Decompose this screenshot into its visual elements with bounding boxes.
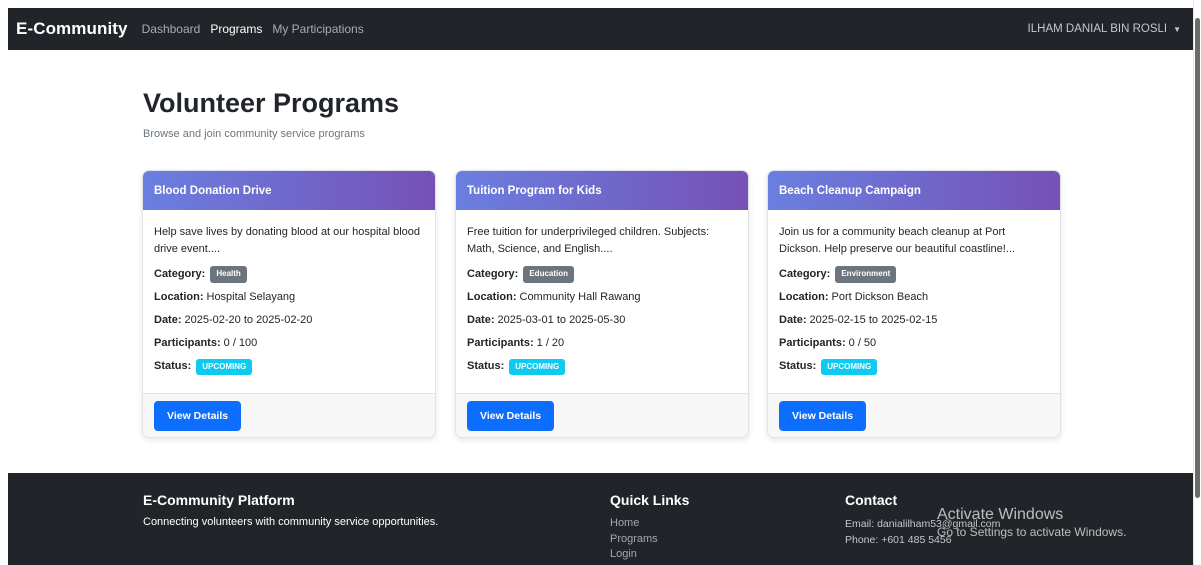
participants-value: 0 / 50: [848, 337, 877, 350]
footer-link-home[interactable]: Home: [610, 516, 689, 532]
program-description: Free tuition for underprivileged childre…: [467, 226, 710, 256]
status-label: Status:: [779, 360, 817, 373]
program-card: Beach Cleanup Campaign Join us for a com…: [767, 170, 1061, 438]
date-value: 2025-02-20 to 2025-02-20: [184, 314, 313, 327]
date-label: Date:: [154, 314, 182, 327]
footer-platform-title: E-Community Platform: [143, 492, 295, 508]
scrollbar-thumb[interactable]: [1195, 18, 1200, 498]
program-date-row: Date: 2025-02-15 to 2025-02-15: [779, 312, 1049, 329]
category-badge: Health: [210, 266, 247, 283]
status-label: Status:: [154, 360, 192, 373]
status-badge: UPCOMING: [509, 358, 566, 375]
user-name: ILHAM DANIAL BIN ROSLI: [1027, 23, 1168, 35]
footer-quick-links: Quick Links Home Programs Login: [610, 492, 689, 563]
date-label: Date:: [779, 314, 807, 327]
program-status-row: Status: UPCOMING: [154, 358, 424, 375]
program-status-row: Status: UPCOMING: [467, 358, 737, 375]
footer-quick-links-title: Quick Links: [610, 492, 690, 508]
program-participants-row: Participants: 0 / 100: [154, 335, 424, 352]
program-card-footer: View Details: [768, 393, 1060, 437]
program-location-row: Location: Community Hall Rawang: [467, 289, 737, 306]
category-label: Category:: [779, 268, 831, 281]
footer-about: E-Community Platform Connecting voluntee…: [143, 492, 438, 528]
program-participants-row: Participants: 1 / 20: [467, 335, 737, 352]
nav-dashboard[interactable]: Dashboard: [142, 22, 201, 36]
program-card-title: Tuition Program for Kids: [456, 171, 748, 210]
window-left-edge: [0, 0, 8, 565]
scrollbar[interactable]: [1193, 0, 1201, 565]
program-category-row: Category: Education: [467, 266, 737, 283]
footer-platform-text: Connecting volunteers with community ser…: [143, 516, 439, 528]
location-value: Port Dickson Beach: [831, 291, 929, 304]
category-label: Category:: [154, 268, 206, 281]
participants-value: 1 / 20: [536, 337, 565, 350]
participants-label: Participants:: [467, 337, 534, 350]
participants-label: Participants:: [779, 337, 846, 350]
user-dropdown[interactable]: ILHAM DANIAL BIN ROSLI ▼: [1028, 23, 1181, 35]
location-value: Hospital Selayang: [206, 291, 296, 304]
program-category-row: Category: Environment: [779, 266, 1049, 283]
location-label: Location:: [154, 291, 204, 304]
page-subtitle: Browse and join community service progra…: [143, 128, 365, 140]
category-label: Category:: [467, 268, 519, 281]
program-description: Join us for a community beach cleanup at…: [779, 226, 1016, 256]
top-navbar: E-Community Dashboard Programs My Partic…: [8, 8, 1193, 50]
status-badge: UPCOMING: [821, 358, 878, 375]
brand-logo[interactable]: E-Community: [16, 19, 128, 39]
activate-windows-watermark: Activate Windows Go to Settings to activ…: [937, 506, 1126, 539]
status-label: Status:: [467, 360, 505, 373]
program-location-row: Location: Port Dickson Beach: [779, 289, 1049, 306]
footer-link-login[interactable]: Login: [610, 547, 689, 563]
date-value: 2025-03-01 to 2025-05-30: [497, 314, 626, 327]
location-label: Location:: [467, 291, 517, 304]
program-card-footer: View Details: [143, 393, 435, 437]
program-category-row: Category: Health: [154, 266, 424, 283]
program-date-row: Date: 2025-02-20 to 2025-02-20: [154, 312, 424, 329]
view-details-button[interactable]: View Details: [467, 400, 555, 431]
nav-programs[interactable]: Programs: [210, 22, 262, 36]
view-details-button[interactable]: View Details: [779, 400, 867, 431]
program-card-footer: View Details: [456, 393, 748, 437]
location-label: Location:: [779, 291, 829, 304]
caret-down-icon: ▼: [1173, 24, 1181, 34]
program-location-row: Location: Hospital Selayang: [154, 289, 424, 306]
participants-label: Participants:: [154, 337, 221, 350]
page-title: Volunteer Programs: [143, 88, 400, 118]
activate-windows-title: Activate Windows: [937, 506, 1064, 523]
program-description: Help save lives by donating blood at our…: [154, 226, 421, 256]
program-card-title: Beach Cleanup Campaign: [768, 171, 1060, 210]
view-details-button[interactable]: View Details: [154, 400, 242, 431]
category-badge: Education: [523, 266, 575, 283]
status-badge: UPCOMING: [196, 358, 253, 375]
program-card-title: Blood Donation Drive: [143, 171, 435, 210]
activate-windows-subtitle: Go to Settings to activate Windows.: [937, 525, 1127, 539]
footer-link-programs[interactable]: Programs: [610, 532, 689, 548]
nav-my-participations[interactable]: My Participations: [272, 22, 363, 36]
location-value: Community Hall Rawang: [519, 291, 641, 304]
program-card: Tuition Program for Kids Free tuition fo…: [455, 170, 749, 438]
category-badge: Environment: [835, 266, 897, 283]
program-participants-row: Participants: 0 / 50: [779, 335, 1049, 352]
date-value: 2025-02-15 to 2025-02-15: [809, 314, 938, 327]
participants-value: 0 / 100: [223, 337, 258, 350]
program-date-row: Date: 2025-03-01 to 2025-05-30: [467, 312, 737, 329]
date-label: Date:: [467, 314, 495, 327]
program-card: Blood Donation Drive Help save lives by …: [142, 170, 436, 438]
program-status-row: Status: UPCOMING: [779, 358, 1049, 375]
